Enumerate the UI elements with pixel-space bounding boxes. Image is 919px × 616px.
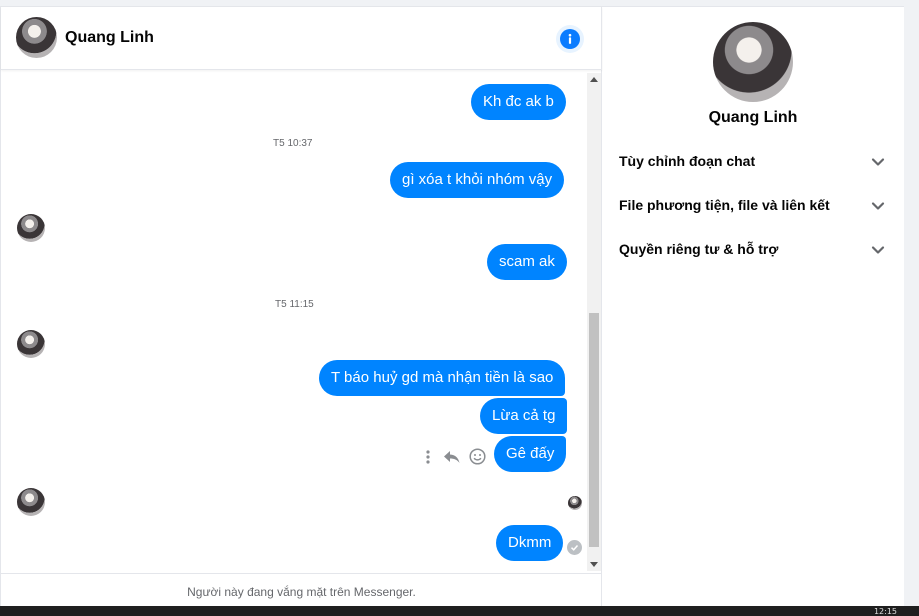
scroll-thumb[interactable]	[589, 313, 599, 547]
message-bubble-sent[interactable]: scam ak	[487, 244, 567, 280]
seen-avatar	[568, 496, 582, 510]
section-media-files-links[interactable]: File phương tiện, file và liên kết	[619, 191, 887, 221]
check-circle-icon	[567, 540, 582, 555]
profile-name[interactable]: Quang Linh	[603, 109, 903, 127]
message-timestamp: T5 11:15	[275, 299, 314, 310]
scroll-down-arrow-icon[interactable]	[590, 562, 598, 567]
message-bubble-sent[interactable]: gì xóa t khỏi nhóm vậy	[390, 162, 565, 198]
chevron-down-icon	[869, 197, 887, 215]
window-edge	[904, 0, 919, 616]
conversation-info-panel: Quang Linh Tùy chỉnh đoạn chat File phươ…	[603, 7, 904, 606]
section-label: File phương tiện, file và liên kết	[619, 197, 830, 213]
section-customize-chat[interactable]: Tùy chỉnh đoạn chat	[619, 147, 887, 177]
message-scrollbar[interactable]	[587, 73, 601, 571]
reply-icon[interactable]	[443, 449, 461, 470]
message-bubble-sent[interactable]: Dkmm	[496, 525, 564, 561]
browser-top-strip	[0, 0, 919, 7]
taskbar: 12:15	[0, 606, 919, 616]
away-status-text: Người này đang vắng mặt trên Messenger.	[187, 585, 416, 599]
message-bubble-sent[interactable]: Gê đấy	[494, 436, 567, 472]
scroll-up-arrow-icon[interactable]	[590, 77, 598, 82]
message-timestamp: T5 10:37	[273, 138, 313, 149]
contact-avatar[interactable]	[16, 17, 57, 58]
smile-icon[interactable]	[469, 448, 486, 470]
contact-avatar-small	[17, 330, 45, 358]
contact-name[interactable]: Quang Linh	[65, 29, 154, 47]
message-list[interactable]: Kh đc ak b T5 10:37 gì xóa t khỏi nhóm v…	[1, 71, 602, 573]
contact-avatar-small	[17, 488, 45, 516]
message-bubble-sent[interactable]: Kh đc ak b	[471, 84, 566, 120]
info-button[interactable]	[556, 25, 584, 53]
info-icon	[560, 29, 580, 49]
chat-pane: Quang Linh Kh đc ak b T5 10:37 gì xóa t …	[0, 7, 602, 606]
chat-header: Quang Linh	[1, 7, 602, 70]
chevron-down-icon	[869, 153, 887, 171]
contact-avatar-small	[17, 214, 45, 242]
section-label: Quyền riêng tư & hỗ trợ	[619, 241, 779, 257]
chat-footer: Người này đang vắng mặt trên Messenger.	[1, 573, 602, 606]
message-bubble-sent[interactable]: T báo huỷ gd mà nhận tiền là sao	[319, 360, 566, 396]
profile-avatar[interactable]	[713, 22, 793, 102]
chevron-down-icon	[869, 241, 887, 259]
more-vertical-icon[interactable]	[424, 449, 432, 470]
taskbar-clock: 12:15	[873, 607, 897, 616]
message-actions	[421, 445, 491, 469]
section-label: Tùy chỉnh đoạn chat	[619, 153, 756, 169]
message-bubble-sent[interactable]: Lừa cả tg	[480, 398, 568, 434]
section-privacy-support[interactable]: Quyền riêng tư & hỗ trợ	[619, 235, 887, 265]
